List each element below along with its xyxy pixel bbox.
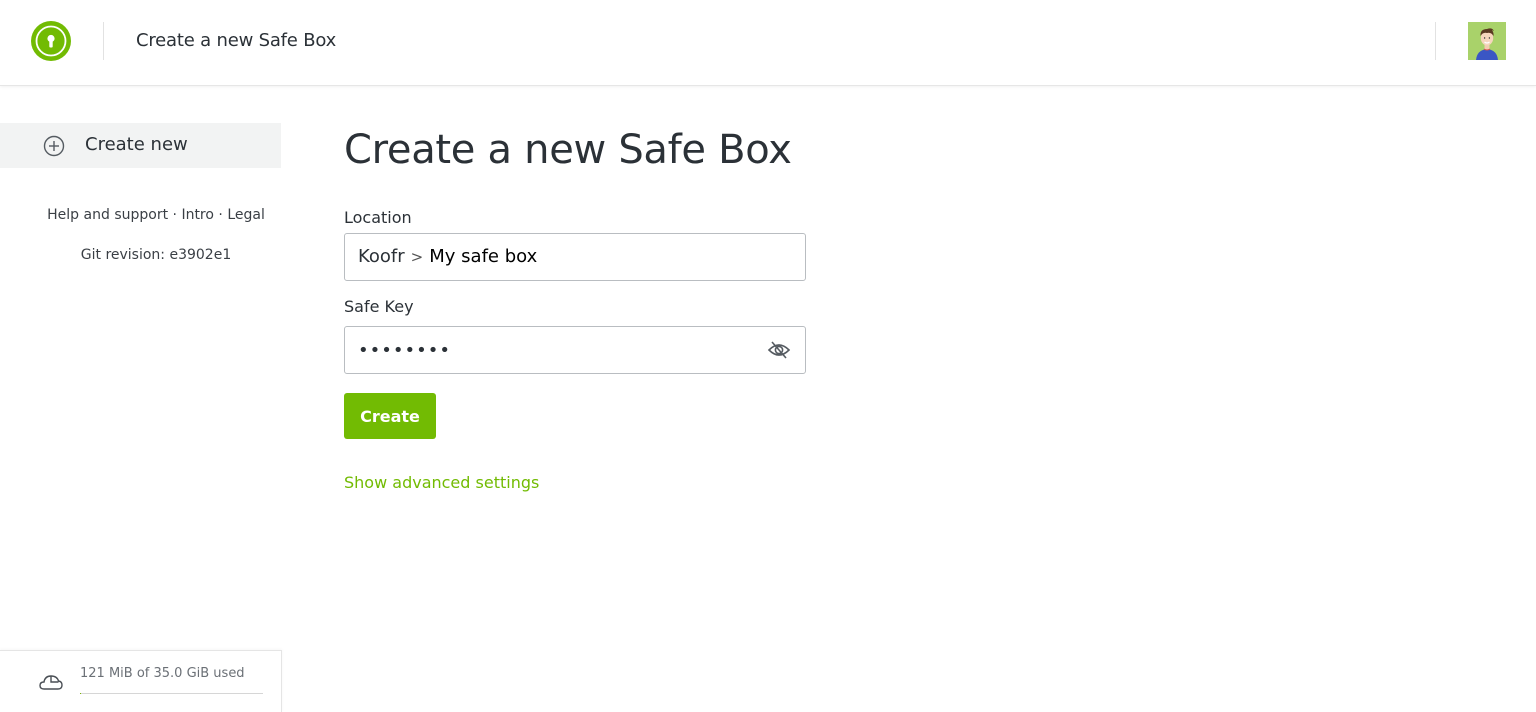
create-new-label: Create new (85, 134, 188, 155)
avatar-icon (1468, 22, 1506, 60)
create-button[interactable]: Create (344, 393, 436, 439)
safe-key-input[interactable] (358, 337, 758, 363)
page-title: Create a new Safe Box (344, 127, 792, 173)
breadcrumb-root[interactable]: Koofr (358, 246, 405, 267)
git-revision: Git revision: e3902e1 (80, 247, 232, 263)
top-bar: Create a new Safe Box (0, 0, 1536, 86)
sidebar: Create new Help and support · Intro · Le… (0, 87, 281, 712)
link-separator: · (172, 207, 177, 223)
storage-usage-fill (80, 693, 81, 694)
sidebar-item-create-new[interactable]: Create new (0, 123, 281, 168)
header-divider (1435, 22, 1436, 60)
keyhole-logo-icon[interactable] (31, 21, 71, 61)
breadcrumb-current: My safe box (429, 246, 538, 267)
show-advanced-settings-link[interactable]: Show advanced settings (344, 473, 539, 492)
safe-key-field (344, 326, 806, 374)
storage-usage[interactable]: 121 MiB of 35.0 GiB used (0, 650, 282, 712)
cloud-icon (39, 675, 63, 690)
storage-usage-text: 121 MiB of 35.0 GiB used (80, 666, 245, 681)
header-divider (103, 22, 104, 60)
storage-usage-bar (80, 693, 263, 694)
location-breadcrumb: Koofr > My safe box (358, 246, 537, 267)
link-separator: · (218, 207, 223, 223)
location-picker[interactable]: Koofr > My safe box (344, 233, 806, 281)
help-and-support-link[interactable]: Help and support (47, 207, 168, 223)
user-avatar[interactable] (1468, 22, 1506, 60)
breadcrumb-separator-icon: > (410, 248, 424, 266)
header-title: Create a new Safe Box (136, 30, 337, 51)
location-label: Location (344, 208, 412, 227)
footer-links: Help and support · Intro · Legal (0, 207, 312, 223)
intro-link[interactable]: Intro (181, 207, 214, 223)
safe-key-label: Safe Key (344, 297, 414, 316)
eye-slash-icon[interactable] (767, 339, 791, 361)
legal-link[interactable]: Legal (227, 207, 265, 223)
plus-circle-icon (43, 135, 65, 157)
